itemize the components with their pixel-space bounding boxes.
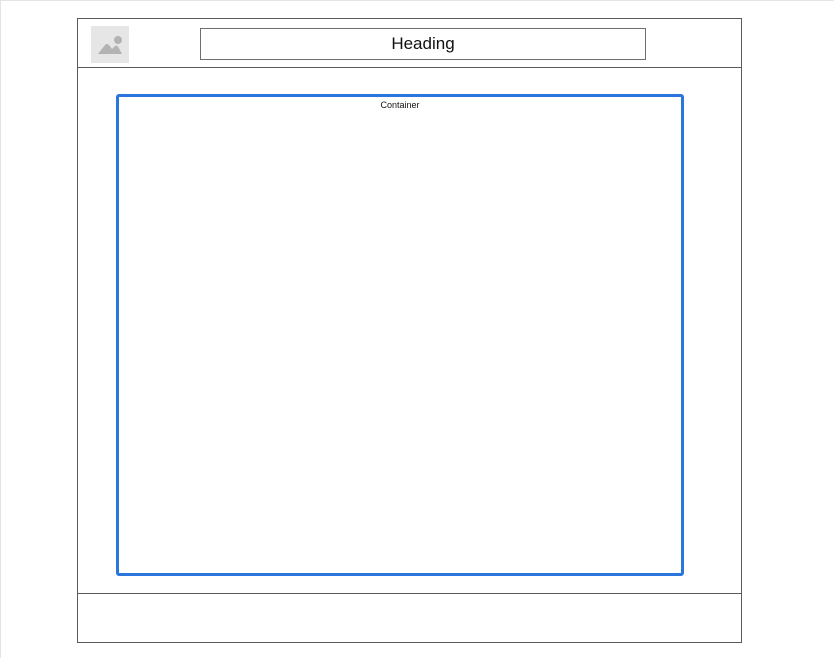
- page-footer: [78, 593, 741, 642]
- image-placeholder-glyph: [98, 36, 122, 54]
- heading-box[interactable]: Heading: [200, 28, 646, 60]
- wireframe-page: Heading Container: [77, 18, 742, 643]
- canvas-top-edge: [0, 0, 834, 1]
- canvas-left-edge: [0, 0, 1, 658]
- heading-text: Heading: [391, 34, 455, 53]
- page-header: Heading: [78, 19, 741, 68]
- content-container[interactable]: Container: [116, 94, 684, 576]
- container-label: Container: [380, 100, 420, 110]
- image-placeholder-icon[interactable]: [91, 26, 129, 63]
